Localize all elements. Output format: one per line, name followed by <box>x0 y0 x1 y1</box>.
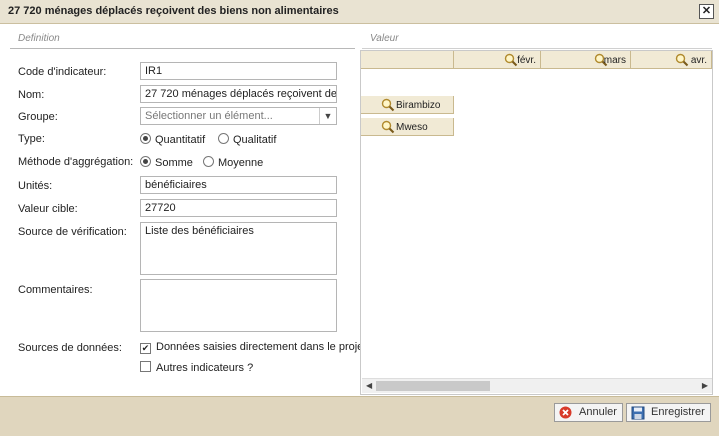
type-option-label: Quantitatif <box>155 134 206 146</box>
sources-checkbox-projet[interactable]: ✔ Données saisies directement dans le pro… <box>140 341 366 354</box>
methode-radio-somme[interactable]: Somme <box>140 156 193 169</box>
scroll-left-icon[interactable]: ◀ <box>366 381 372 390</box>
column-header-mars[interactable]: mars <box>541 51 631 69</box>
dialog-titlebar: 27 720 ménages déplacés reçoivent des bi… <box>0 0 719 24</box>
checkbox-unchecked-icon <box>140 361 151 372</box>
radio-unchecked-icon <box>218 133 229 144</box>
column-header-avr[interactable]: avr. <box>631 51 712 69</box>
definition-heading: Definition <box>18 33 60 44</box>
chevron-down-icon[interactable]: ▼ <box>319 108 336 124</box>
cible-input[interactable]: 27720 <box>140 199 337 217</box>
cible-label: Valeur cible: <box>18 203 78 215</box>
column-header-fevr[interactable]: févr. <box>454 51 541 69</box>
unites-input[interactable]: bénéficiaires <box>140 176 337 194</box>
methode-radio-moyenne[interactable]: Moyenne <box>203 156 263 169</box>
methode-option-label: Moyenne <box>218 157 264 169</box>
cancel-button[interactable]: Annuler <box>554 403 623 422</box>
commentaires-label: Commentaires: <box>18 284 93 296</box>
horizontal-scrollbar[interactable]: ◀ ▶ <box>362 378 712 393</box>
sources-checkbox-autres[interactable]: Autres indicateurs ? <box>140 361 253 374</box>
nom-label: Nom: <box>18 89 45 101</box>
code-input[interactable]: IR1 <box>140 62 337 80</box>
search-icon[interactable] <box>381 120 395 134</box>
cancel-icon <box>559 406 572 422</box>
type-radio-qualitatif[interactable]: Qualitatif <box>218 133 276 146</box>
row-header-label: Mweso <box>396 122 428 133</box>
unites-label: Unités: <box>18 180 53 192</box>
search-icon[interactable] <box>381 98 395 112</box>
row-header-label: Birambizo <box>396 100 441 111</box>
dialog-footer: Annuler Enregistrer <box>0 396 719 436</box>
groupe-select[interactable]: Sélectionner un élément... ▼ <box>140 107 337 125</box>
scrollbar-thumb[interactable] <box>376 381 490 391</box>
search-icon[interactable] <box>504 53 518 67</box>
dialog-title: 27 720 ménages déplacés reçoivent des bi… <box>8 5 339 17</box>
sources-label: Sources de données: <box>18 342 122 354</box>
groupe-label: Groupe: <box>18 111 58 123</box>
type-option-label: Qualitatif <box>233 134 277 146</box>
code-label: Code d'indicateur: <box>18 66 107 78</box>
checkbox-checked-icon: ✔ <box>140 343 151 354</box>
column-header-label: avr. <box>690 55 707 66</box>
valeur-heading: Valeur <box>370 33 399 44</box>
methode-option-label: Somme <box>155 157 193 169</box>
definition-divider <box>10 48 355 49</box>
cancel-button-label: Annuler <box>579 406 617 418</box>
sources-option-label: Autres indicateurs ? <box>156 362 254 374</box>
close-icon[interactable]: ✕ <box>699 4 714 19</box>
grid-row-birambizo[interactable]: Birambizo <box>361 96 454 114</box>
sources-option-label: Données saisies directement dans le proj… <box>156 341 367 353</box>
methode-label: Méthode d'aggrégation: <box>18 156 134 168</box>
save-button[interactable]: Enregistrer <box>626 403 711 422</box>
grid-row-mweso[interactable]: Mweso <box>361 118 454 136</box>
nom-input[interactable]: 27 720 ménages déplacés reçoivent des <box>140 85 337 103</box>
save-button-label: Enregistrer <box>651 406 705 418</box>
search-icon[interactable] <box>675 53 689 67</box>
radio-unchecked-icon <box>203 156 214 167</box>
radio-checked-icon <box>140 156 151 167</box>
radio-checked-icon <box>140 133 151 144</box>
scroll-right-icon[interactable]: ▶ <box>702 381 708 390</box>
column-header-label: mars <box>603 55 626 66</box>
valeur-divider <box>362 48 712 49</box>
source-textarea[interactable]: Liste des bénéficiaires <box>140 222 337 275</box>
save-icon <box>631 406 645 423</box>
commentaires-textarea[interactable] <box>140 279 337 332</box>
source-label: Source de vérification: <box>18 226 127 238</box>
grid-corner <box>361 51 454 69</box>
valeur-grid: févr. mars avr. Birambizo Mweso ◀ ▶ <box>360 50 713 395</box>
dialog-body: Definition Valeur Code d'indicateur: IR1… <box>0 24 719 397</box>
type-label: Type: <box>18 133 45 145</box>
groupe-select-placeholder: Sélectionner un élément... <box>145 110 273 122</box>
column-header-label: févr. <box>517 55 536 66</box>
type-radio-quantitatif[interactable]: Quantitatif <box>140 133 205 146</box>
